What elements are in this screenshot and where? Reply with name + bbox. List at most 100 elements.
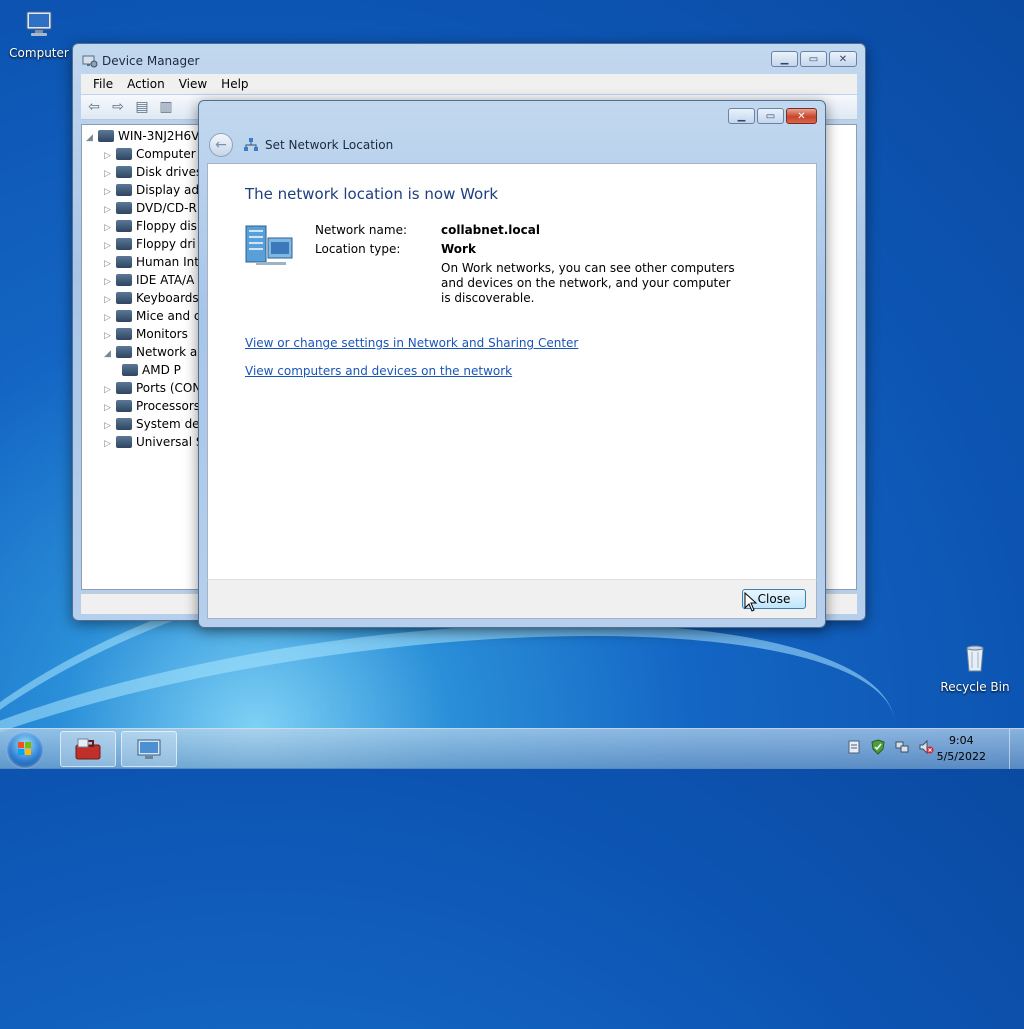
tree-item-label: System de (136, 417, 200, 431)
action-center-icon[interactable] (846, 739, 862, 755)
tree-item[interactable]: ▷ Computer (104, 145, 196, 163)
expand-arrow-icon[interactable]: ▷ (104, 435, 116, 453)
tree-item-label: Floppy dri (136, 237, 196, 251)
network-icon (244, 138, 258, 151)
tree-item-label: Network a (136, 345, 198, 359)
device-category-icon (116, 238, 132, 250)
network-name-value: collabnet.local (441, 223, 540, 237)
tree-item[interactable]: ◢ Network a (104, 343, 197, 361)
device-category-icon (116, 202, 132, 214)
dialog-header: ← Set Network Location (207, 131, 817, 161)
network-sharing-center-link[interactable]: View or change settings in Network and S… (245, 336, 578, 350)
tree-item[interactable]: AMD P (122, 361, 181, 379)
location-type-label: Location type: (315, 242, 401, 256)
taskbar-app-toolbox[interactable] (60, 731, 116, 767)
minimize-button[interactable]: ▁ (771, 51, 798, 67)
tree-item[interactable]: ▷ Floppy dis (104, 217, 197, 235)
device-category-icon (116, 436, 132, 448)
device-category-icon (116, 148, 132, 160)
menu-bar: File Action View Help (81, 74, 857, 94)
tree-item[interactable]: ▷ Keyboards (104, 289, 199, 307)
clock-time: 9:04 (948, 734, 974, 747)
device-manager-icon (82, 55, 98, 68)
tree-item-label: IDE ATA/A (136, 273, 195, 287)
taskbar: 9:04 5/5/2022 (0, 728, 1024, 769)
properties-icon[interactable]: ▤ (133, 99, 151, 115)
device-category-icon (116, 256, 132, 268)
close-button[interactable]: ✕ (829, 51, 857, 67)
tree-item[interactable]: ▷ Universal S (104, 433, 204, 451)
tree-item-label: Monitors (136, 327, 188, 341)
menu-view[interactable]: View (175, 77, 211, 91)
location-description: On Work networks, you can see other comp… (441, 261, 735, 305)
tree-item-label: Disk drives (136, 165, 203, 179)
recycle-bin-icon (966, 645, 984, 672)
toolbox-icon (75, 738, 101, 760)
back-arrow-icon[interactable]: ⇦ (85, 99, 103, 115)
device-category-icon (116, 400, 132, 412)
tree-item[interactable]: ▷ Display ad (104, 181, 199, 199)
collapse-arrow-icon[interactable]: ◢ (86, 129, 98, 147)
device-category-icon (116, 184, 132, 196)
maximize-button[interactable]: ▭ (757, 108, 784, 124)
network-tray-icon[interactable] (894, 739, 910, 755)
tree-item-label: Ports (CON (136, 381, 202, 395)
window-title: Device Manager (102, 54, 200, 68)
collapse-arrow-icon[interactable]: ◢ (104, 345, 116, 363)
device-category-icon (116, 166, 132, 178)
tree-item[interactable]: ▷ Ports (CON (104, 379, 201, 397)
tree-item[interactable]: ▷ System de (104, 415, 200, 433)
device-category-icon (122, 364, 138, 376)
show-desktop-button[interactable] (1009, 729, 1024, 769)
back-button[interactable]: ← (209, 133, 233, 157)
device-category-icon (116, 328, 132, 340)
tree-item[interactable]: ▷ DVD/CD-R (104, 199, 197, 217)
device-category-icon (116, 292, 132, 304)
device-category-icon (116, 220, 132, 232)
clock-date: 5/5/2022 (936, 750, 986, 763)
maximize-button[interactable]: ▭ (800, 51, 827, 67)
close-button[interactable]: ✕ (786, 108, 817, 124)
device-category-icon (116, 310, 132, 322)
dialog-title: Set Network Location (265, 138, 394, 152)
taskbar-app-device-manager[interactable] (121, 731, 177, 767)
tree-item[interactable]: ▷ Processors (104, 397, 200, 415)
tree-item[interactable]: ▷ Monitors (104, 325, 188, 343)
forward-arrow-icon[interactable]: ⇨ (109, 99, 127, 115)
computer-icon (98, 130, 114, 142)
tree-item-label: AMD P (142, 363, 181, 377)
dialog-body: The network location is now Work Network… (207, 163, 817, 581)
menu-file[interactable]: File (89, 77, 117, 91)
tree-item-label: Universal S (136, 435, 204, 449)
help-icon[interactable]: ▥ (157, 99, 175, 115)
page-heading: The network location is now Work (245, 185, 499, 203)
network-name-label: Network name: (315, 223, 407, 237)
menu-help[interactable]: Help (217, 77, 252, 91)
dialog-footer: Close (207, 579, 817, 619)
view-computers-link[interactable]: View computers and devices on the networ… (245, 364, 512, 378)
tree-root[interactable]: ◢ WIN-3NJ2H6V (86, 127, 199, 145)
tree-item[interactable]: ▷ Mice and c (104, 307, 200, 325)
caption-buttons: ▁ ▭ ✕ (728, 108, 817, 124)
tree-item-label: Mice and c (136, 309, 201, 323)
start-button[interactable] (6, 731, 44, 769)
clock[interactable]: 9:04 5/5/2022 (937, 733, 986, 765)
device-category-icon (116, 346, 132, 358)
caption-buttons: ▁ ▭ ✕ (771, 51, 857, 67)
tree-item-label: Display ad (136, 183, 200, 197)
tree-item[interactable]: ▷ Human Int (104, 253, 199, 271)
device-category-icon (116, 382, 132, 394)
tree-item[interactable]: ▷ Floppy dri (104, 235, 196, 253)
desktop-icon-label: Computer (9, 46, 69, 60)
menu-action[interactable]: Action (123, 77, 169, 91)
desktop-icon-recycle-bin[interactable]: Recycle Bin (938, 642, 1012, 694)
set-network-location-dialog[interactable]: ▁ ▭ ✕ ← Set Network Location The network… (198, 100, 826, 628)
device-manager-icon (137, 739, 161, 759)
tree-item[interactable]: ▷ Disk drives (104, 163, 202, 181)
security-shield-icon[interactable] (870, 739, 886, 755)
minimize-button[interactable]: ▁ (728, 108, 755, 124)
volume-muted-icon[interactable] (918, 739, 934, 755)
tree-item[interactable]: ▷ IDE ATA/A (104, 271, 194, 289)
mouse-cursor-icon (744, 592, 758, 612)
desktop-icon-computer[interactable]: Computer (2, 8, 76, 60)
